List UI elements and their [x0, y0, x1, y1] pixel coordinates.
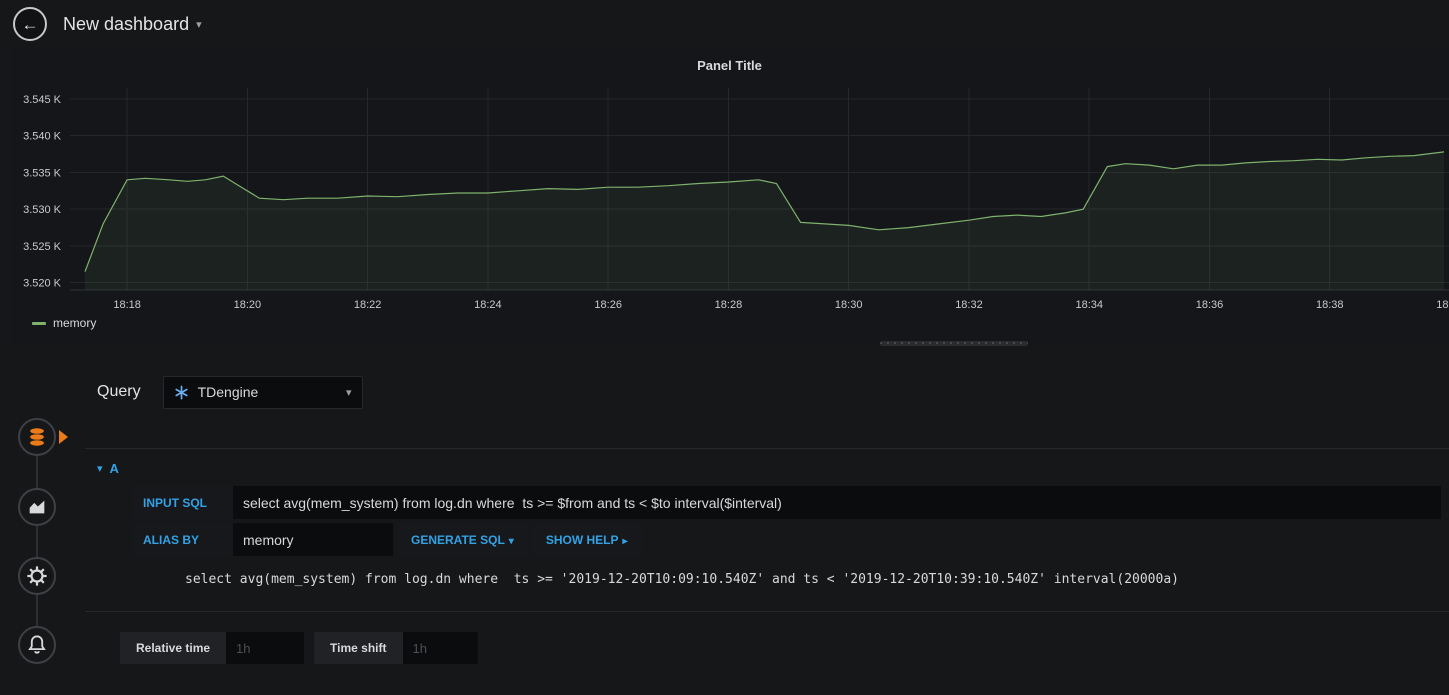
- svg-text:3.530 K: 3.530 K: [23, 204, 62, 216]
- svg-text:18:18: 18:18: [113, 299, 141, 311]
- dashboard-title[interactable]: New dashboard: [63, 14, 189, 35]
- query-ref-letter: A: [109, 461, 119, 476]
- alias-by-label: ALIAS BY: [133, 523, 233, 556]
- show-help-button[interactable]: SHOW HELP ▸: [531, 523, 642, 556]
- svg-text:18:26: 18:26: [594, 299, 622, 311]
- active-tab-arrow-icon: [59, 430, 68, 444]
- svg-text:3.545 K: 3.545 K: [23, 94, 62, 106]
- relative-time-input[interactable]: [226, 632, 305, 664]
- query-ref-row[interactable]: ▾ A: [85, 448, 1449, 476]
- query-section-title: Query: [97, 383, 141, 400]
- query-section: Query TDengine ▾ ▾ A INPUT SQL select av…: [85, 372, 1449, 695]
- input-sql-field[interactable]: [233, 486, 1441, 519]
- datasource-select[interactable]: TDengine ▾: [162, 375, 363, 409]
- query-header: Query TDengine ▾: [85, 372, 1449, 412]
- input-sql-row: INPUT SQL: [133, 486, 1449, 519]
- top-nav: ← New dashboard ▾: [0, 0, 1449, 48]
- svg-text:18:22: 18:22: [354, 299, 382, 311]
- alias-by-field[interactable]: [233, 523, 393, 556]
- svg-text:3.535 K: 3.535 K: [23, 167, 62, 179]
- area-chart-icon: [29, 500, 45, 514]
- svg-text:18:28: 18:28: [715, 299, 743, 311]
- svg-text:3.525 K: 3.525 K: [23, 241, 62, 253]
- input-sql-label: INPUT SQL: [133, 486, 233, 519]
- tdengine-datasource-icon: [174, 385, 189, 400]
- panel-title[interactable]: Panel Title: [10, 48, 1449, 73]
- gear-icon: [27, 566, 47, 586]
- dashboard-title-caret-icon[interactable]: ▾: [196, 18, 202, 31]
- generate-sql-label: GENERATE SQL: [411, 532, 505, 547]
- panel-resize-handle[interactable]: [880, 341, 1028, 346]
- query-editor: INPUT SQL ALIAS BY GENERATE SQL▾ SHOW HE…: [133, 486, 1449, 587]
- svg-text:18:30: 18:30: [835, 299, 863, 311]
- svg-text:3.520 K: 3.520 K: [23, 278, 62, 290]
- tab-visualization[interactable]: [18, 488, 56, 526]
- time-shift-input[interactable]: [402, 632, 478, 664]
- svg-text:18:24: 18:24: [474, 299, 502, 311]
- svg-text:3.540 K: 3.540 K: [23, 131, 62, 143]
- svg-text:18:20: 18:20: [234, 299, 262, 311]
- tab-general[interactable]: [18, 557, 56, 595]
- grafana-app: ← New dashboard ▾ Panel Title 3.545 K 3.5…: [0, 0, 1449, 695]
- tab-queries[interactable]: [18, 418, 56, 456]
- relative-time-label: Relative time: [120, 632, 227, 664]
- collapse-caret-icon: ▾: [97, 463, 103, 475]
- generate-sql-caret-icon: ▾: [508, 535, 514, 547]
- generated-sql-preview: select avg(mem_system) from log.dn where…: [185, 572, 1179, 587]
- generate-sql-button[interactable]: GENERATE SQL ▾: [397, 523, 528, 556]
- datasource-caret-icon: ▾: [346, 386, 352, 399]
- back-button[interactable]: ←: [13, 7, 47, 41]
- alias-by-row: ALIAS BY GENERATE SQL▾ SHOW HELP▸: [133, 523, 1449, 556]
- legend-series-label: memory: [53, 316, 97, 330]
- time-series-chart[interactable]: 3.545 K 3.540 K 3.535 K 3.530 K 3.525 K 3.520…: [10, 80, 1449, 315]
- back-arrow-icon: ←: [21, 14, 39, 34]
- tab-alert[interactable]: [18, 626, 56, 664]
- svg-text:18:36: 18:36: [1196, 299, 1224, 311]
- svg-text:18:38: 18:38: [1316, 299, 1344, 311]
- datasource-name: TDengine: [197, 384, 259, 400]
- tab-rail-connector: [36, 425, 38, 650]
- svg-text:18:32: 18:32: [955, 299, 983, 311]
- show-help-caret-icon: ▸: [622, 535, 628, 547]
- time-shift-label: Time shift: [314, 632, 403, 664]
- show-help-label: SHOW HELP: [545, 532, 619, 547]
- chart-panel: Panel Title 3.545 K 3.540 K 3.535 K 3.530 K…: [10, 48, 1449, 345]
- bell-icon: [28, 635, 46, 654]
- svg-text:18:34: 18:34: [1075, 299, 1103, 311]
- section-divider: [85, 611, 1449, 612]
- time-options-row: Relative time Time shift: [120, 632, 1449, 664]
- legend-item-memory[interactable]: memory: [32, 316, 96, 330]
- svg-text:18:40: 18:40: [1436, 299, 1449, 311]
- legend-series-swatch: [32, 321, 46, 325]
- database-icon: [30, 428, 44, 446]
